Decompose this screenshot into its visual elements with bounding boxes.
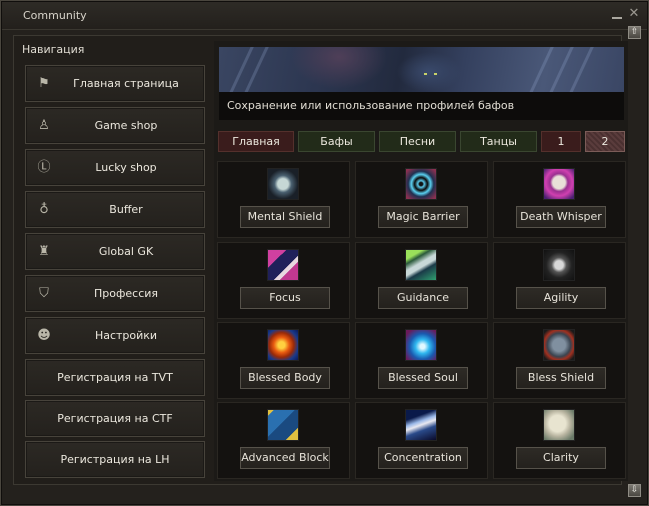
buff-agility-button[interactable]: Agility: [516, 287, 606, 309]
buff-cell: Focus: [217, 242, 350, 319]
buff-cell: Death Whisper: [493, 161, 626, 238]
buff-focus-button[interactable]: Focus: [240, 287, 330, 309]
buff-cell: Blessed Body: [217, 322, 350, 399]
nav-lucky-shop-button[interactable]: Ⓛ Lucky shop: [25, 149, 205, 186]
nav-label: Game shop: [94, 119, 158, 132]
tab-page-2[interactable]: 2: [585, 131, 625, 152]
users-icon: ☻: [37, 328, 51, 343]
nav-global-gk-button[interactable]: ♜ Global GK: [25, 233, 205, 270]
nav-settings-button[interactable]: ☻ Настройки: [25, 317, 205, 354]
death-whisper-icon[interactable]: [543, 168, 575, 200]
buff-concentration-button[interactable]: Concentration: [378, 447, 468, 469]
bag-icon: ♙: [38, 118, 50, 133]
minimize-icon[interactable]: [611, 8, 623, 20]
buff-cell: Agility: [493, 242, 626, 319]
tab-main[interactable]: Главная: [218, 131, 294, 152]
agility-icon[interactable]: [543, 249, 575, 281]
flag-icon: ⚑: [38, 76, 50, 91]
scroll-up-button[interactable]: ⇧: [628, 26, 641, 39]
nav-game-shop-button[interactable]: ♙ Game shop: [25, 107, 205, 144]
nav-home-button[interactable]: ⚑ Главная страница: [25, 65, 205, 102]
buff-cell: Mental Shield: [217, 161, 350, 238]
tab-buffs[interactable]: Бафы: [298, 131, 375, 152]
nav-profession-button[interactable]: ⛉ Профессия: [25, 275, 205, 312]
nav-label: Global GK: [98, 245, 154, 258]
coin-icon: Ⓛ: [37, 160, 51, 175]
nav-register-tvt-button[interactable]: Регистрация на TVT: [25, 359, 205, 396]
buff-magic-barrier-button[interactable]: Magic Barrier: [378, 206, 468, 228]
gatekeeper-icon: ♜: [38, 244, 50, 259]
clarity-icon[interactable]: [543, 409, 575, 441]
nav-label: Регистрация на LH: [60, 453, 170, 466]
scroll-down-button[interactable]: ⇩: [628, 484, 641, 497]
concentration-icon[interactable]: [405, 409, 437, 441]
nav-label: Lucky shop: [95, 161, 157, 174]
buff-cell: Concentration: [355, 402, 488, 479]
nav-label: Регистрация на CTF: [57, 412, 173, 425]
nav-label: Настройки: [94, 329, 158, 342]
buff-death-whisper-button[interactable]: Death Whisper: [516, 206, 606, 228]
blessed-soul-icon[interactable]: [405, 329, 437, 361]
mental-shield-icon[interactable]: [267, 168, 299, 200]
buff-cell: Advanced Block: [217, 402, 350, 479]
community-window: Community ✕ Навигация ⚑ Главная страница…: [0, 0, 649, 506]
nav-register-ctf-button[interactable]: Регистрация на CTF: [25, 400, 205, 437]
guidance-icon[interactable]: [405, 249, 437, 281]
buff-advanced-block-button[interactable]: Advanced Block: [240, 447, 330, 469]
nav-buffer-button[interactable]: ♁ Buffer: [25, 191, 205, 228]
buff-clarity-button[interactable]: Clarity: [516, 447, 606, 469]
title-bar[interactable]: Community ✕: [2, 2, 647, 30]
nav-label: Профессия: [93, 287, 159, 300]
nav-label: Регистрация на TVT: [57, 371, 173, 384]
buff-cell: Blessed Soul: [355, 322, 488, 399]
buff-blessed-soul-button[interactable]: Blessed Soul: [378, 367, 468, 389]
potion-icon: ♁: [39, 202, 49, 217]
buff-cell: Bless Shield: [493, 322, 626, 399]
close-icon[interactable]: ✕: [628, 7, 640, 20]
banner-caption: Сохранение или использование профилей ба…: [219, 92, 624, 120]
buff-cell: Guidance: [355, 242, 488, 319]
buff-cell: Magic Barrier: [355, 161, 488, 238]
buff-mental-shield-button[interactable]: Mental Shield: [240, 206, 330, 228]
buff-bless-shield-button[interactable]: Bless Shield: [516, 367, 606, 389]
blessed-body-icon[interactable]: [267, 329, 299, 361]
nav-register-lh-button[interactable]: Регистрация на LH: [25, 441, 205, 478]
advanced-block-icon[interactable]: [267, 409, 299, 441]
nav-label: Главная страница: [73, 77, 179, 90]
buff-blessed-body-button[interactable]: Blessed Body: [240, 367, 330, 389]
nav-label: Buffer: [109, 203, 143, 216]
tab-songs[interactable]: Песни: [379, 131, 456, 152]
shield-icon: ⛉: [39, 286, 49, 301]
magic-barrier-icon[interactable]: [405, 168, 437, 200]
navigation-heading: Навигация: [22, 43, 85, 56]
banner-image: [219, 47, 624, 92]
window-title: Community: [23, 9, 87, 22]
tab-page-1[interactable]: 1: [541, 131, 581, 152]
bless-shield-icon[interactable]: [543, 329, 575, 361]
tab-dances[interactable]: Танцы: [460, 131, 537, 152]
focus-icon[interactable]: [267, 249, 299, 281]
buff-guidance-button[interactable]: Guidance: [378, 287, 468, 309]
buff-cell: Clarity: [493, 402, 626, 479]
